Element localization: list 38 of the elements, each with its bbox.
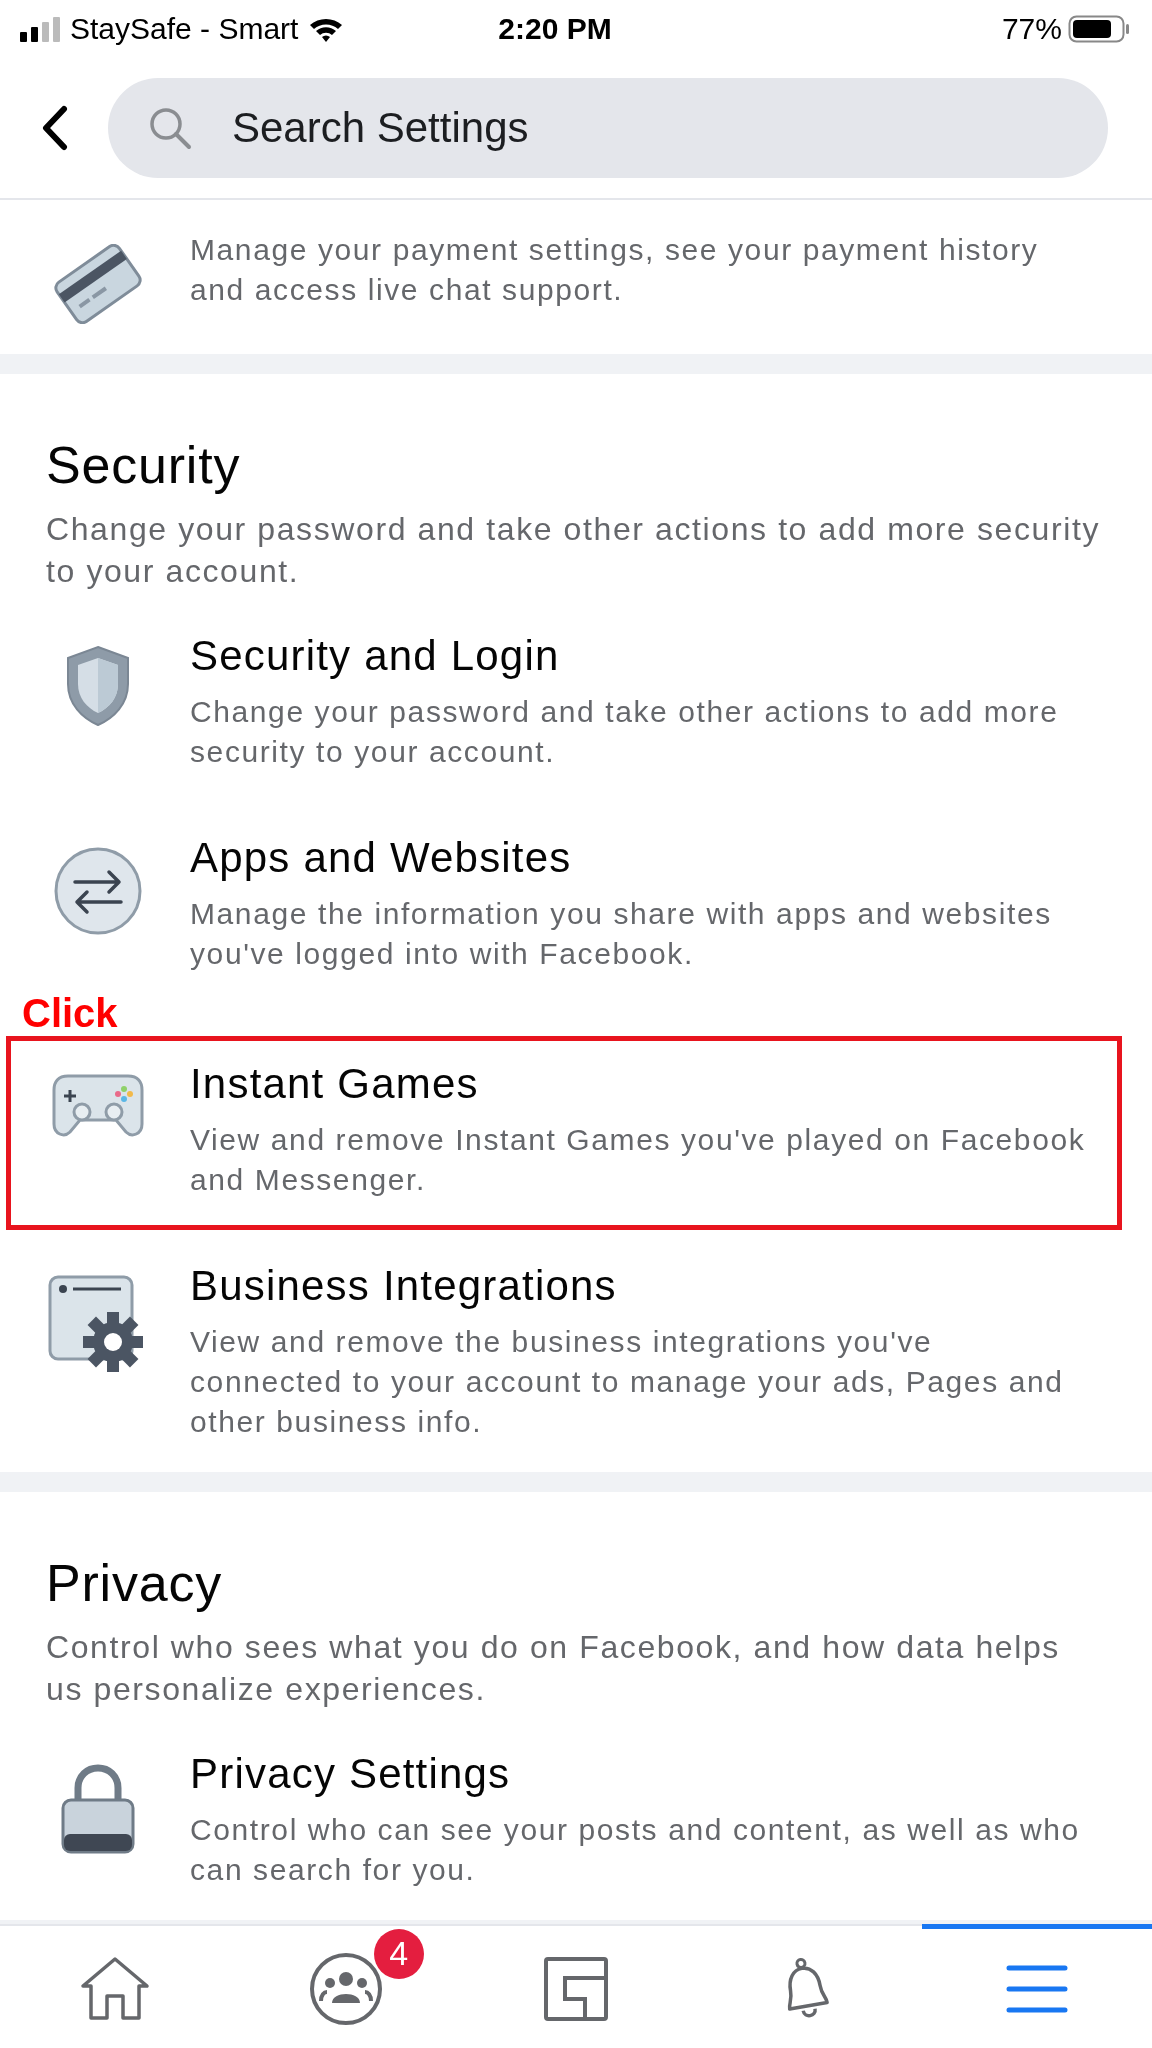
- setting-title[interactable]: Instant Games: [190, 1058, 1092, 1110]
- lock-icon: [60, 1762, 136, 1854]
- setting-description: Manage the information you share with apps and websites you've logged into with Facebook.: [190, 896, 1053, 972]
- clock-time: 2:20 PM: [497, 12, 613, 46]
- home-icon: [79, 1955, 152, 2022]
- settings-row[interactable]: Manage your payment settings, see your payment history and access live chat support.: [6, 200, 1122, 354]
- setting-description: View and remove the business integrations you've connected to your account to manage your ads, Pages and other business info.: [190, 1324, 1065, 1440]
- search-field[interactable]: Search Settings: [108, 78, 1108, 178]
- settings-row[interactable]: Security and Login Change your password and take other actions to add more security to your account.: [6, 600, 1122, 802]
- setting-title[interactable]: Business Integrations: [190, 1260, 1092, 1312]
- section-description: Control who sees what you do on Facebook, and how data helps us personalize experiences.: [46, 1628, 1061, 1709]
- groups-icon: [307, 1950, 384, 2027]
- battery-icon: [1068, 15, 1130, 43]
- highlight-frame[interactable]: Instant Games View and remove Instant Games you've played on Facebook and Messenger.: [6, 1036, 1122, 1230]
- gamepad-icon: [52, 1072, 144, 1138]
- search-icon: [148, 106, 192, 150]
- battery-percent: 77%: [1001, 12, 1062, 46]
- setting-description: Manage your payment settings, see your payment history and access live chat support.: [190, 232, 1040, 308]
- setting-title[interactable]: Privacy Settings: [190, 1748, 1092, 1800]
- signal-icon: [20, 16, 60, 42]
- click-annotation: Click: [22, 990, 118, 1036]
- nav-tab[interactable]: 4: [230, 1924, 461, 2048]
- setting-description: Control who can see your posts and content, as well as who can search for you.: [190, 1812, 1081, 1888]
- feed-icon: [543, 1955, 609, 2022]
- settings-row[interactable]: Privacy Settings Control who can see your posts and content, as well as who can search for you.: [6, 1718, 1122, 1920]
- section-title: Security: [46, 435, 242, 496]
- section-description: Change your password and take other actions to add more security to your account.: [46, 510, 1102, 591]
- notification-badge: 4: [373, 1928, 424, 1979]
- setting-description: Change your password and take other actions to add more security to your account.: [190, 694, 1060, 770]
- back-icon[interactable]: [40, 105, 68, 151]
- carrier-name: StaySafe - Smart: [70, 12, 299, 46]
- setting-title[interactable]: Security and Login: [190, 630, 1092, 682]
- swap-arrows-icon: [53, 846, 143, 936]
- settings-row[interactable]: Business Integrations View and remove the business integrations you've connected to your account to manage your ads, Pages and other business info.: [6, 1230, 1122, 1472]
- setting-title[interactable]: Apps and Websites: [190, 832, 1092, 884]
- section-title: Privacy: [46, 1553, 224, 1614]
- shield-icon: [64, 644, 132, 728]
- setting-description: View and remove Instant Games you've played on Facebook and Messenger.: [190, 1122, 1087, 1198]
